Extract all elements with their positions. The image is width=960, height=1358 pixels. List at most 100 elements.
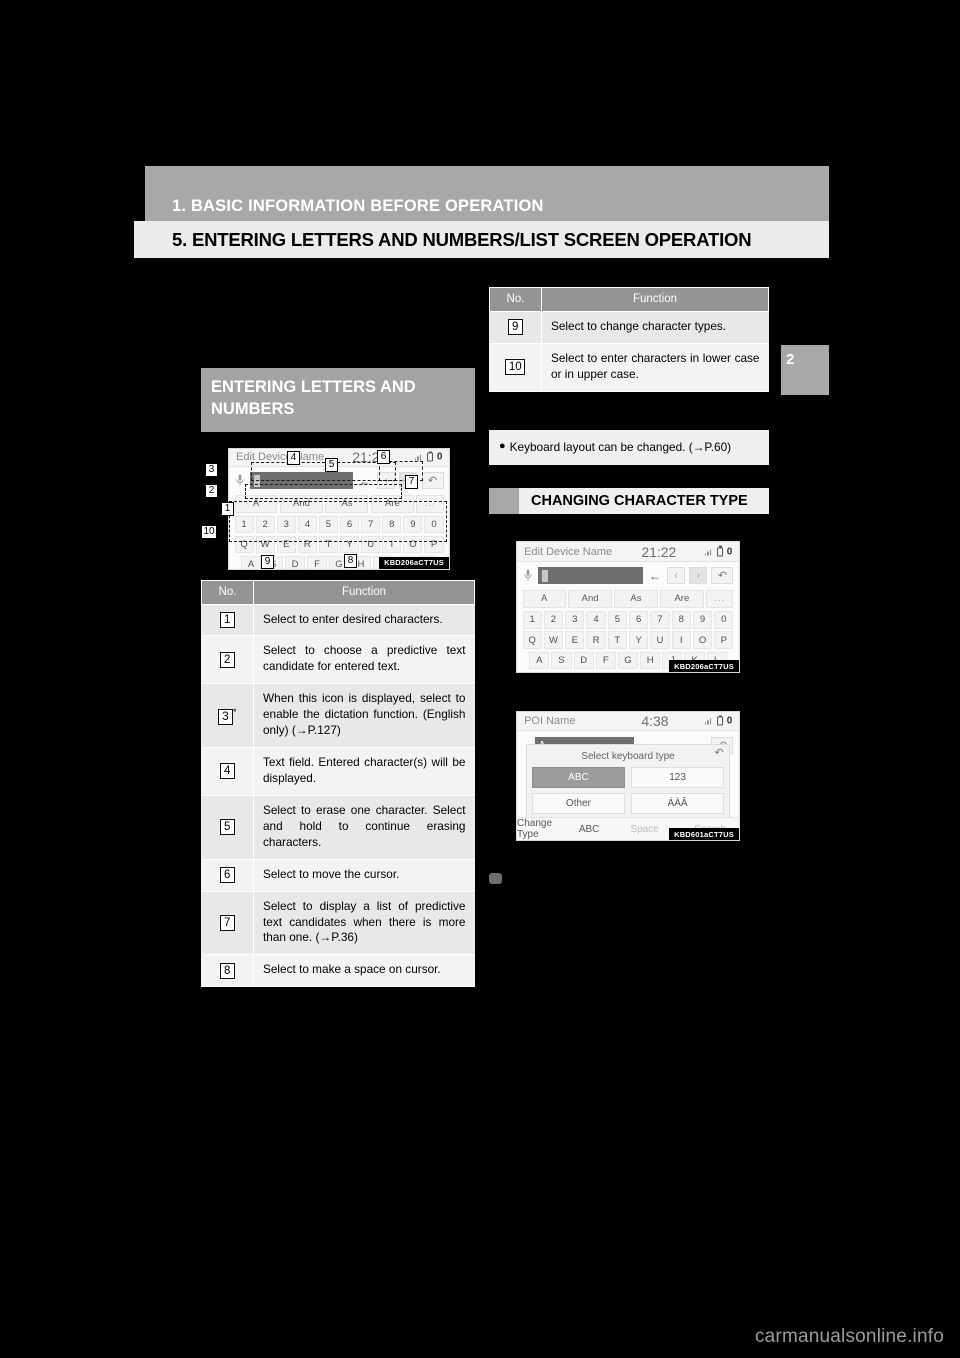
change-type-button[interactable]: Change Type: [517, 818, 570, 840]
key[interactable]: 5: [607, 611, 627, 629]
return-button[interactable]: ↶: [421, 472, 444, 490]
key[interactable]: 8: [671, 611, 691, 629]
table-row: 3 * When this icon is displayed, select t…: [201, 683, 475, 749]
predictive-candidate[interactable]: Are: [660, 589, 704, 608]
chapter-header-band: 1. BASIC INFORMATION BEFORE OPERATION: [145, 166, 829, 221]
nav-screen-keyboard-type: POI Name 4:38 0 A ← ••• ↶ Select keyboar…: [516, 711, 740, 842]
boxed-number: 5: [219, 819, 235, 836]
callout-10: 10: [201, 524, 218, 539]
figure-caption-code: KBD206aCT7US: [379, 556, 449, 569]
return-button[interactable]: ↶: [711, 567, 734, 585]
option-accents[interactable]: ÁÀÂ: [631, 793, 725, 815]
row-number-cell: 9: [489, 311, 542, 344]
row-function-cell: Select to erase one character. Select an…: [253, 794, 475, 860]
row-function-cell: Select to display a list of predictive t…: [253, 890, 475, 956]
key[interactable]: H: [640, 651, 661, 670]
battery-icon: [716, 715, 723, 726]
key[interactable]: O: [692, 631, 713, 649]
row-function-cell: Select to enter desired characters.: [253, 603, 475, 637]
key[interactable]: F: [595, 651, 616, 670]
screen-title: POI Name: [524, 715, 576, 728]
key[interactable]: A: [529, 651, 550, 670]
cursor-right-button[interactable]: ›: [689, 567, 708, 585]
predictive-candidate[interactable]: And: [568, 589, 612, 608]
section-title-band: 5. ENTERING LETTERS AND NUMBERS/LIST SCR…: [134, 221, 829, 258]
table-row: 9 Select to change character types.: [489, 311, 769, 344]
screen-clock: 21:22: [641, 543, 677, 560]
boxed-number: 6: [219, 867, 235, 884]
battery-icon: [426, 451, 433, 462]
keyboard-layout-note: ● Keyboard layout can be changed. (→P.60…: [489, 429, 769, 466]
column-no: No.: [489, 287, 542, 312]
key[interactable]: 9: [692, 611, 713, 629]
right-column: No. Function 9 Select to change characte…: [489, 287, 769, 885]
key-row-numbers: 1 2 3 4 5 6 7 8 9 0: [517, 611, 739, 631]
key[interactable]: 7: [650, 611, 670, 629]
key[interactable]: 2: [543, 611, 564, 629]
key[interactable]: V: [611, 671, 633, 673]
predictive-more-button[interactable]: ...: [706, 589, 734, 608]
key[interactable]: X: [567, 671, 588, 673]
key[interactable]: C: [589, 671, 610, 673]
key[interactable]: Q: [522, 631, 542, 649]
key[interactable]: T: [607, 631, 627, 649]
key[interactable]: F: [307, 556, 328, 569]
backspace-icon[interactable]: ←: [647, 569, 663, 583]
microphone-icon[interactable]: [235, 473, 246, 489]
table-row: 7 Select to display a list of predictive…: [201, 890, 475, 956]
key[interactable]: I: [671, 631, 691, 649]
table-header-row: No. Function: [201, 579, 475, 605]
key[interactable]: P: [714, 631, 734, 649]
callout-9: 9: [261, 554, 274, 569]
row-function-cell: Select to move the cursor.: [253, 858, 475, 892]
option-abc[interactable]: ABC: [531, 767, 625, 789]
boxed-number: 4: [219, 763, 235, 780]
key[interactable]: A: [241, 556, 262, 569]
boxed-number: 8: [219, 962, 235, 979]
key[interactable]: U: [650, 631, 670, 649]
key[interactable]: 6: [629, 611, 649, 629]
key[interactable]: 1: [522, 611, 542, 629]
key[interactable]: W: [543, 631, 564, 649]
key[interactable]: S: [551, 651, 572, 670]
key[interactable]: 4: [586, 611, 606, 629]
cursor-left-button[interactable]: ‹: [667, 567, 686, 585]
function-table-right: No. Function 9 Select to change characte…: [489, 287, 769, 392]
key[interactable]: D: [285, 556, 306, 569]
option-123[interactable]: 123: [631, 767, 725, 789]
screen-status-bar: Edit Device Name 21:22 0: [517, 542, 739, 562]
screen-clock: 4:38: [641, 713, 669, 730]
table-row: 5 Select to erase one character. Select …: [201, 794, 475, 860]
key[interactable]: R: [586, 631, 606, 649]
boxed-number: 2: [219, 651, 235, 668]
callout-7: 7: [405, 474, 418, 489]
key[interactable]: E: [565, 631, 585, 649]
key[interactable]: G: [617, 651, 639, 670]
panel-return-button[interactable]: ↶: [708, 744, 730, 761]
row-function-cell: Select to make a space on cursor.: [253, 954, 475, 988]
keyboard-figure-annotated: Edit Device Name 21:22 0 ← ‹ ›: [201, 447, 475, 580]
footnote-star: *: [232, 707, 237, 718]
predictive-candidate[interactable]: A: [522, 589, 566, 608]
column-function: Function: [253, 579, 475, 605]
shift-key[interactable]: ◇: [522, 671, 543, 673]
key[interactable]: Z: [544, 671, 566, 673]
predictive-candidate[interactable]: As: [614, 589, 658, 608]
microphone-icon[interactable]: [523, 568, 534, 584]
highlight-predictive: [245, 483, 402, 499]
screen-title: Edit Device Name: [524, 545, 613, 558]
callout-2: 2: [205, 483, 218, 498]
key[interactable]: 3: [565, 611, 585, 629]
key[interactable]: Y: [629, 631, 649, 649]
battery-icon: [716, 545, 723, 557]
option-other[interactable]: Other: [531, 793, 625, 815]
bullet-icon: ●: [499, 439, 506, 452]
key[interactable]: 0: [714, 611, 734, 629]
text-input-field[interactable]: [537, 567, 643, 585]
page-tab-marker: 2: [781, 345, 829, 395]
key[interactable]: D: [573, 651, 594, 670]
chapter-title: 1. BASIC INFORMATION BEFORE OPERATION: [172, 197, 544, 215]
key[interactable]: B: [634, 671, 655, 673]
page-title: 5. ENTERING LETTERS AND NUMBERS/LIST SCR…: [172, 228, 752, 250]
page-tab-number: 2: [786, 351, 795, 368]
